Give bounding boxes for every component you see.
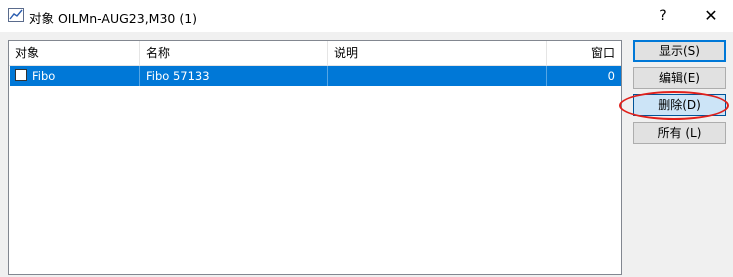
title-bar: 对象 OILMn-AUG23,M30 (1) ? ✕ xyxy=(0,0,733,32)
cell-description xyxy=(328,66,547,86)
column-header-name[interactable]: 名称 xyxy=(140,41,328,65)
objects-list[interactable]: 对象 名称 说明 窗口 Fibo Fibo 57133 0 xyxy=(8,40,622,275)
cell-name: Fibo 57133 xyxy=(140,66,328,86)
list-header: 对象 名称 说明 窗口 xyxy=(9,41,621,66)
close-icon: ✕ xyxy=(704,6,718,25)
row-checkbox[interactable] xyxy=(15,69,27,81)
cell-window: 0 xyxy=(607,69,615,83)
object-type: Fibo xyxy=(32,69,56,83)
edit-button[interactable]: 编辑(E) xyxy=(633,67,726,89)
table-row[interactable]: Fibo Fibo 57133 0 xyxy=(10,66,621,86)
help-button[interactable]: ? xyxy=(640,0,686,31)
close-button[interactable]: ✕ xyxy=(688,0,733,31)
column-header-description[interactable]: 说明 xyxy=(328,41,547,65)
cell-object: Fibo xyxy=(10,66,140,86)
all-button[interactable]: 所有 (L) xyxy=(633,122,726,144)
column-header-object[interactable]: 对象 xyxy=(9,41,140,65)
show-button[interactable]: 显示(S) xyxy=(633,40,726,62)
column-header-window[interactable]: 窗口 xyxy=(547,41,621,65)
chart-objects-icon xyxy=(8,8,24,22)
delete-button[interactable]: 删除(D) xyxy=(633,94,726,116)
window-title: 对象 OILMn-AUG23,M30 (1) xyxy=(29,11,198,26)
help-icon: ? xyxy=(659,7,667,24)
